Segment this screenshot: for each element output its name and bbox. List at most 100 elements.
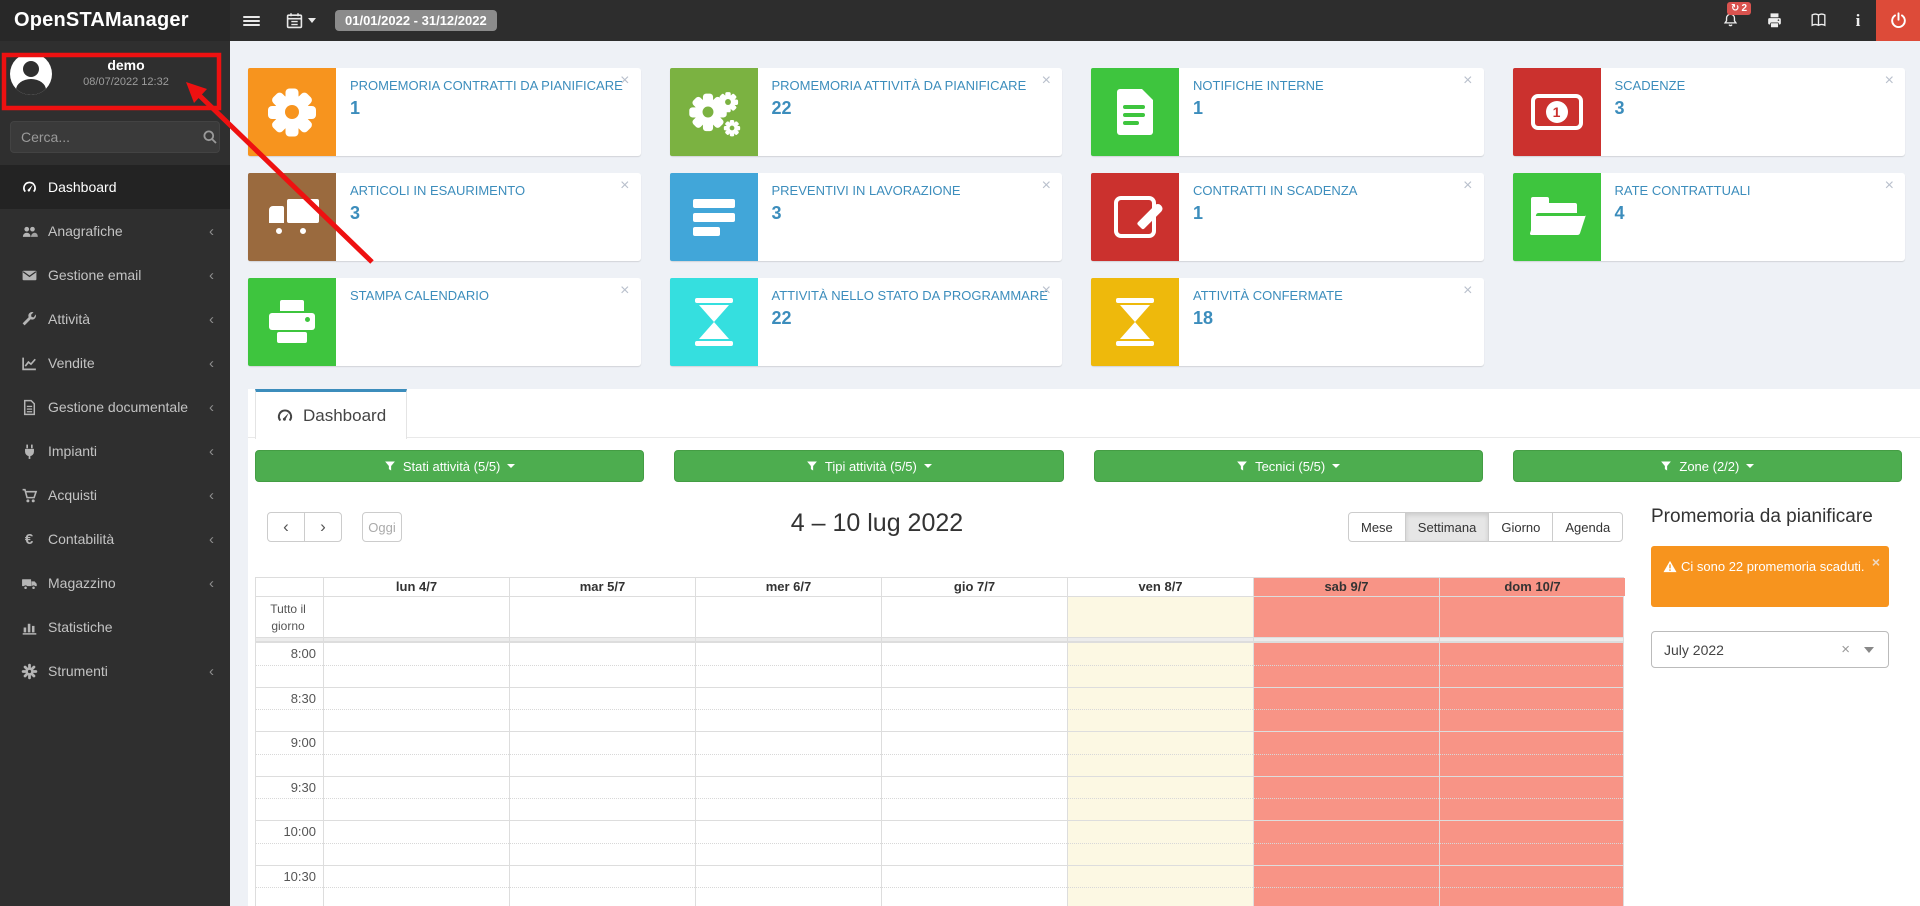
hamburger-icon[interactable] bbox=[230, 0, 273, 41]
calendar-next-button[interactable]: › bbox=[304, 512, 342, 542]
time-slot[interactable]: 10:30 bbox=[256, 865, 1623, 906]
date-range-badge[interactable]: 01/01/2022 - 31/12/2022 bbox=[335, 10, 497, 31]
sidebar-item-statistiche[interactable]: Statistiche bbox=[0, 605, 230, 649]
funnel-icon bbox=[1236, 460, 1248, 472]
calendar-prev-button[interactable]: ‹ bbox=[267, 512, 305, 542]
notifications-button[interactable]: ↻2 bbox=[1708, 0, 1752, 41]
time-label: 10:00 bbox=[256, 824, 316, 839]
infobox-title[interactable]: SCADENZE bbox=[1615, 78, 1686, 94]
close-icon[interactable]: × bbox=[1463, 283, 1472, 299]
close-icon[interactable]: × bbox=[620, 283, 629, 299]
sidebar-item-impianti[interactable]: Impianti ‹ bbox=[0, 429, 230, 473]
time-slot[interactable]: 10:00 bbox=[256, 820, 1623, 865]
logout-button[interactable] bbox=[1876, 0, 1920, 41]
sidebar-search[interactable] bbox=[10, 121, 220, 153]
search-icon[interactable] bbox=[202, 129, 218, 145]
filter-zone[interactable]: Zone (2/2) bbox=[1513, 450, 1902, 482]
month-select[interactable]: July 2022 × bbox=[1651, 631, 1889, 668]
filter-tipi-attivita[interactable]: Tipi attività (5/5) bbox=[674, 450, 1063, 482]
hourglass-icon bbox=[670, 278, 758, 366]
infobox-title[interactable]: CONTRATTI IN SCADENZA bbox=[1193, 183, 1357, 199]
funnel-icon bbox=[1660, 460, 1672, 472]
view-agenda-button[interactable]: Agenda bbox=[1552, 512, 1623, 542]
infobox-contratti-scadenza[interactable]: CONTRATTI IN SCADENZA1 × bbox=[1091, 173, 1484, 261]
infobox-rate-contrattuali[interactable]: RATE CONTRATTUALI4 × bbox=[1513, 173, 1906, 261]
sidebar-item-acquisti[interactable]: Acquisti ‹ bbox=[0, 473, 230, 517]
print-button[interactable] bbox=[1752, 0, 1796, 41]
time-label: 9:00 bbox=[256, 735, 316, 750]
close-icon[interactable]: × bbox=[620, 73, 629, 89]
calendar-body[interactable]: Tutto il giorno 8:00 8:30 9:00 9:30 10:0… bbox=[255, 597, 1624, 906]
sidebar: demo 08/07/2022 12:32 Dashboard Anagrafi… bbox=[0, 41, 230, 906]
time-slot[interactable]: 8:00 bbox=[256, 642, 1623, 687]
infobox-preventivi-lavorazione[interactable]: PREVENTIVI IN LAVORAZIONE3 × bbox=[670, 173, 1063, 261]
view-mese-button[interactable]: Mese bbox=[1348, 512, 1406, 542]
view-giorno-button[interactable]: Giorno bbox=[1488, 512, 1553, 542]
sidebar-item-magazzino[interactable]: Magazzino ‹ bbox=[0, 561, 230, 605]
infobox-title[interactable]: PROMEMORIA ATTIVITÀ DA PIANIFICARE bbox=[772, 78, 1027, 94]
view-settimana-button[interactable]: Settimana bbox=[1405, 512, 1490, 542]
sidebar-item-label: Dashboard bbox=[48, 179, 117, 195]
infobox-promemoria-contratti[interactable]: PROMEMORIA CONTRATTI DA PIANIFICARE 1 × bbox=[248, 68, 641, 156]
notification-badge: ↻2 bbox=[1727, 2, 1751, 15]
sidebar-item-contabilita[interactable]: € Contabilità ‹ bbox=[0, 517, 230, 561]
filter-stati-attivita[interactable]: Stati attività (5/5) bbox=[255, 450, 644, 482]
user-name: demo bbox=[56, 57, 196, 73]
chevron-left-icon: ‹ bbox=[209, 224, 214, 239]
infobox-notifiche-interne[interactable]: NOTIFICHE INTERNE1 × bbox=[1091, 68, 1484, 156]
close-icon[interactable]: × bbox=[1042, 73, 1051, 89]
list-bars-icon bbox=[670, 173, 758, 261]
infobox-promemoria-attivita[interactable]: PROMEMORIA ATTIVITÀ DA PIANIFICARE22 × bbox=[670, 68, 1063, 156]
time-label: 9:30 bbox=[256, 780, 316, 795]
calendar-today-button[interactable]: Oggi bbox=[362, 512, 402, 542]
calendar-dropdown[interactable] bbox=[273, 0, 329, 41]
infobox-value: 1 bbox=[350, 98, 623, 119]
close-icon[interactable]: × bbox=[1463, 178, 1472, 194]
close-icon[interactable]: × bbox=[1042, 283, 1051, 299]
time-slot[interactable]: 9:00 bbox=[256, 731, 1623, 776]
infobox-title[interactable]: ATTIVITÀ CONFERMATE bbox=[1193, 288, 1343, 304]
infobox-stampa-calendario[interactable]: STAMPA CALENDARIO × bbox=[248, 278, 641, 366]
user-panel[interactable]: demo 08/07/2022 12:32 bbox=[0, 41, 230, 111]
search-input[interactable] bbox=[21, 129, 202, 145]
clear-icon[interactable]: × bbox=[1841, 641, 1850, 658]
chevron-left-icon: ‹ bbox=[209, 488, 214, 503]
sidebar-menu: Dashboard Anagrafiche ‹ Gestione email ‹… bbox=[0, 165, 230, 693]
sidebar-item-gestione-email[interactable]: Gestione email ‹ bbox=[0, 253, 230, 297]
infobox-title[interactable]: RATE CONTRATTUALI bbox=[1615, 183, 1751, 199]
infobox-title[interactable]: ATTIVITÀ NELLO STATO DA PROGRAMMARE bbox=[772, 288, 1048, 304]
tab-dashboard[interactable]: Dashboard bbox=[255, 389, 407, 439]
infobox-attivita-confermate[interactable]: ATTIVITÀ CONFERMATE18 × bbox=[1091, 278, 1484, 366]
time-slot[interactable]: 9:30 bbox=[256, 776, 1623, 821]
day-header-weekend: dom 10/7 bbox=[1439, 578, 1625, 596]
close-icon[interactable]: × bbox=[1463, 73, 1472, 89]
infobox-title[interactable]: PREVENTIVI IN LAVORAZIONE bbox=[772, 183, 961, 199]
infobox-articoli-esaurimento[interactable]: ARTICOLI IN ESAURIMENTO3 × bbox=[248, 173, 641, 261]
infobox-attivita-da-programmare[interactable]: ATTIVITÀ NELLO STATO DA PROGRAMMARE22 × bbox=[670, 278, 1063, 366]
close-icon[interactable]: × bbox=[1042, 178, 1051, 194]
close-icon[interactable]: × bbox=[620, 178, 629, 194]
sidebar-item-attivita[interactable]: Attività ‹ bbox=[0, 297, 230, 341]
time-label: 8:30 bbox=[256, 691, 316, 706]
filter-tecnici[interactable]: Tecnici (5/5) bbox=[1094, 450, 1483, 482]
allday-row[interactable]: Tutto il giorno bbox=[256, 597, 1623, 638]
calendar-title: 4 – 10 lug 2022 bbox=[405, 509, 1349, 538]
infobox-title[interactable]: ARTICOLI IN ESAURIMENTO bbox=[350, 183, 525, 199]
sidebar-item-vendite[interactable]: Vendite ‹ bbox=[0, 341, 230, 385]
infobox-scadenze[interactable]: 1 SCADENZE3 × bbox=[1513, 68, 1906, 156]
info-button[interactable]: i bbox=[1840, 0, 1876, 41]
euro-icon: € bbox=[20, 531, 38, 548]
chevron-left-icon: ‹ bbox=[209, 532, 214, 547]
docs-button[interactable] bbox=[1796, 0, 1840, 41]
sidebar-item-dashboard[interactable]: Dashboard bbox=[0, 165, 230, 209]
close-icon[interactable]: × bbox=[1885, 178, 1894, 194]
close-icon[interactable]: × bbox=[1872, 552, 1880, 574]
sidebar-item-anagrafiche[interactable]: Anagrafiche ‹ bbox=[0, 209, 230, 253]
infobox-title[interactable]: NOTIFICHE INTERNE bbox=[1193, 78, 1324, 94]
sidebar-item-strumenti[interactable]: Strumenti ‹ bbox=[0, 649, 230, 693]
sidebar-item-gestione-documentale[interactable]: Gestione documentale ‹ bbox=[0, 385, 230, 429]
time-slot[interactable]: 8:30 bbox=[256, 687, 1623, 732]
infobox-title[interactable]: PROMEMORIA CONTRATTI DA PIANIFICARE bbox=[350, 78, 623, 94]
close-icon[interactable]: × bbox=[1885, 73, 1894, 89]
infobox-title[interactable]: STAMPA CALENDARIO bbox=[350, 288, 489, 304]
